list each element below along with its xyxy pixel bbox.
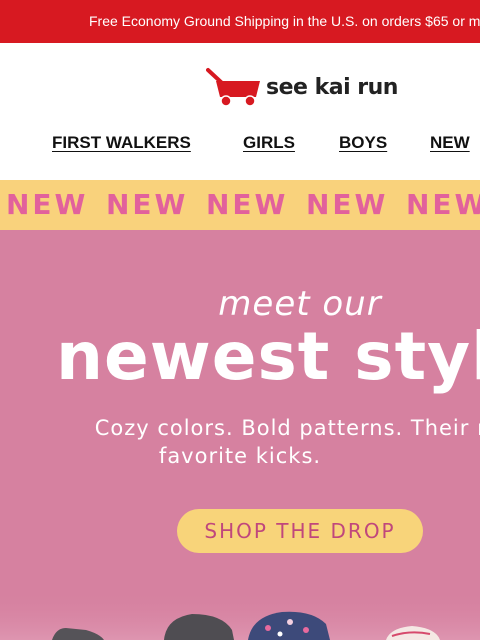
nav-boys[interactable]: BOYS: [339, 133, 387, 153]
brand-name: see kai run: [266, 75, 398, 100]
nav-new[interactable]: NEW: [430, 133, 470, 153]
hero-subtitle-line-2: favorite kicks.: [158, 444, 322, 468]
shipping-promo-bar: Free Economy Ground Shipping in the U.S.…: [0, 0, 480, 43]
hero-title: newest styl: [56, 318, 480, 395]
ticker-item: NEW: [206, 188, 289, 221]
new-ticker-banner[interactable]: NEW NEW NEW NEW NEW: [0, 180, 480, 230]
shoes-image: [0, 590, 480, 640]
site-header: see kai run FIRST WALKERS GIRLS BOYS NEW: [0, 43, 480, 180]
hero-subtitle: Cozy colors. Bold patterns. Their ne fav…: [60, 414, 480, 470]
main-nav: FIRST WALKERS GIRLS BOYS NEW: [0, 133, 480, 157]
nav-first-walkers[interactable]: FIRST WALKERS: [52, 133, 191, 153]
nav-girls[interactable]: GIRLS: [243, 133, 295, 153]
hero-subtitle-line-1: Cozy colors. Bold patterns. Their ne: [94, 416, 480, 440]
brand-logo[interactable]: see kai run: [206, 67, 398, 109]
ticker-item: NEW: [306, 188, 389, 221]
hero-banner: meet our newest styl Cozy colors. Bold p…: [0, 230, 480, 640]
shop-the-drop-button[interactable]: SHOP THE DROP: [177, 509, 423, 553]
wagon-logo-icon: [206, 68, 260, 107]
ticker-item: NEW: [406, 188, 480, 221]
shipping-promo-text: Free Economy Ground Shipping in the U.S.…: [89, 13, 480, 29]
ticker-item: NEW: [6, 188, 89, 221]
ticker-item: NEW: [106, 188, 189, 221]
